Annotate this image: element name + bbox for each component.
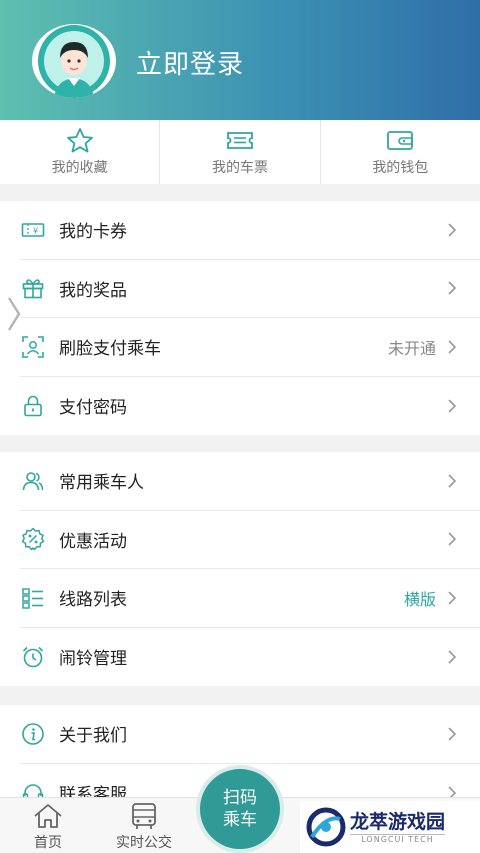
menu-item-prizes[interactable]: 我的奖品: [20, 260, 480, 318]
side-drawer-handle-icon[interactable]: [6, 296, 22, 332]
menu-item-route-list[interactable]: 线路列表 横版: [20, 569, 480, 628]
menu-item-alarm[interactable]: 闹铃管理: [20, 628, 480, 687]
quick-tickets-label: 我的车票: [211, 160, 268, 176]
menu-item-label: 闹铃管理: [59, 649, 127, 670]
avatar[interactable]: [32, 24, 116, 98]
coupon-icon: ¥: [21, 222, 45, 237]
discount-icon: [21, 528, 45, 551]
wallet-icon: [387, 131, 414, 150]
profile-header: 立即登录: [0, 0, 480, 120]
chevron-right-icon: [448, 281, 457, 295]
menu-group-services: 常用乘车人 优惠活动 线路列表 横版 闹铃管理: [0, 452, 480, 686]
quick-favorites-label: 我的收藏: [51, 160, 108, 176]
chevron-right-icon: [448, 591, 457, 605]
gift-icon: [22, 279, 44, 299]
list-icon: [22, 588, 43, 609]
menu-group-account: ¥ 我的卡券 我的奖品 刷脸支付乘车 未开通 支付密码: [0, 201, 480, 435]
chevron-right-icon: [448, 223, 457, 237]
menu-item-about[interactable]: 关于我们: [20, 705, 480, 764]
watermark-logo-icon: [306, 807, 346, 847]
chevron-right-icon: [448, 786, 457, 797]
chevron-right-icon: [448, 399, 457, 413]
menu-item-label: 常用乘车人: [59, 473, 144, 494]
watermark: 龙萃游戏园 LONGCUI TECH: [300, 801, 480, 853]
menu-item-coupons[interactable]: ¥ 我的卡券: [20, 201, 480, 260]
tab-realtime-bus-label: 实时公交: [116, 835, 172, 851]
chevron-right-icon: [448, 340, 457, 354]
login-link[interactable]: 立即登录: [136, 44, 244, 81]
headset-icon: [22, 784, 44, 797]
quick-favorites[interactable]: 我的收藏: [0, 120, 161, 184]
quick-actions: 我的收藏 我的车票 我的钱包: [0, 120, 480, 184]
users-icon: [22, 471, 44, 490]
menu-item-face-pay[interactable]: 刷脸支付乘车 未开通: [20, 318, 480, 377]
menu-item-label: 线路列表: [59, 590, 127, 611]
quick-wallet[interactable]: 我的钱包: [321, 120, 480, 184]
menu-item-status: 横版: [403, 589, 436, 609]
home-icon: [34, 804, 62, 828]
watermark-subtitle: LONGCUI TECH: [350, 834, 446, 844]
chevron-right-icon: [448, 532, 457, 546]
menu-item-label: 刷脸支付乘车: [59, 339, 161, 360]
star-icon: [66, 128, 93, 153]
alarm-icon: [22, 646, 44, 668]
bus-icon: [132, 803, 156, 829]
menu-item-promotions[interactable]: 优惠活动: [20, 511, 480, 569]
scan-label-line2: 乘车: [223, 810, 257, 830]
tab-home[interactable]: 首页: [3, 802, 93, 852]
tab-home-label: 首页: [34, 835, 62, 851]
menu-item-status: 未开通: [387, 338, 436, 358]
ticket-icon: [227, 132, 253, 149]
tab-realtime-bus[interactable]: 实时公交: [99, 802, 189, 852]
menu-item-label: 关于我们: [59, 726, 127, 747]
menu-item-label: 我的卡券: [59, 222, 127, 243]
quick-wallet-label: 我的钱包: [372, 160, 429, 176]
info-icon: [22, 722, 44, 745]
lock-icon: [24, 395, 42, 417]
scan-to-ride-button[interactable]: 扫码 乘车: [196, 765, 284, 853]
chevron-right-icon: [448, 474, 457, 488]
user-avatar-icon: [38, 25, 110, 98]
menu-item-label: 优惠活动: [59, 531, 127, 552]
chevron-right-icon: [448, 650, 457, 664]
menu-item-label: 我的奖品: [59, 280, 127, 301]
menu-item-pay-password[interactable]: 支付密码: [20, 377, 480, 436]
scan-label-line1: 扫码: [223, 788, 257, 808]
chevron-right-icon: [448, 727, 457, 741]
menu-item-label: 支付密码: [59, 398, 127, 419]
menu-item-passengers[interactable]: 常用乘车人: [20, 452, 480, 511]
quick-tickets[interactable]: 我的车票: [160, 120, 321, 184]
face-scan-icon: [22, 335, 44, 358]
watermark-title: 龙萃游戏园: [350, 811, 446, 833]
svg-text:¥: ¥: [33, 226, 38, 235]
